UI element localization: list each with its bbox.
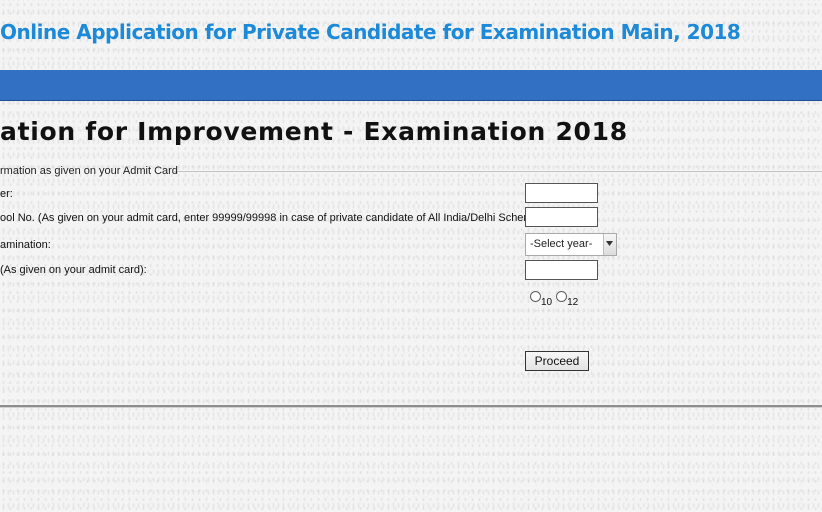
roll-no-input[interactable] [525, 207, 598, 227]
exam-year-select[interactable]: -Select year- [525, 233, 617, 256]
exam-year-selected-value: -Select year- [530, 238, 593, 250]
field-input-1[interactable] [525, 183, 598, 203]
exam-year-label: amination: [0, 239, 51, 251]
radio-class-10-label: 10 [541, 297, 553, 308]
field-label-1: er: [0, 188, 13, 200]
fieldset-border [174, 171, 822, 172]
class-radio-group: 10 12 [530, 291, 582, 308]
roll-no-label: ool No. (As given on your admit card, en… [0, 212, 546, 224]
proceed-button[interactable]: Proceed [525, 351, 589, 371]
page-heading: ation for Improvement - Examination 2018 [0, 117, 628, 146]
field-input-4[interactable] [525, 260, 598, 280]
chevron-down-icon[interactable] [603, 234, 616, 255]
navigation-bar [0, 70, 822, 101]
content-divider [0, 405, 822, 408]
radio-class-12-label: 12 [567, 297, 579, 308]
field-label-4: (As given on your admit card): [0, 264, 147, 276]
fieldset-legend: rmation as given on your Admit Card [0, 165, 178, 177]
radio-class-12[interactable] [556, 291, 568, 302]
radio-class-10[interactable] [530, 291, 541, 302]
site-title: Online Application for Private Candidate… [0, 20, 741, 44]
